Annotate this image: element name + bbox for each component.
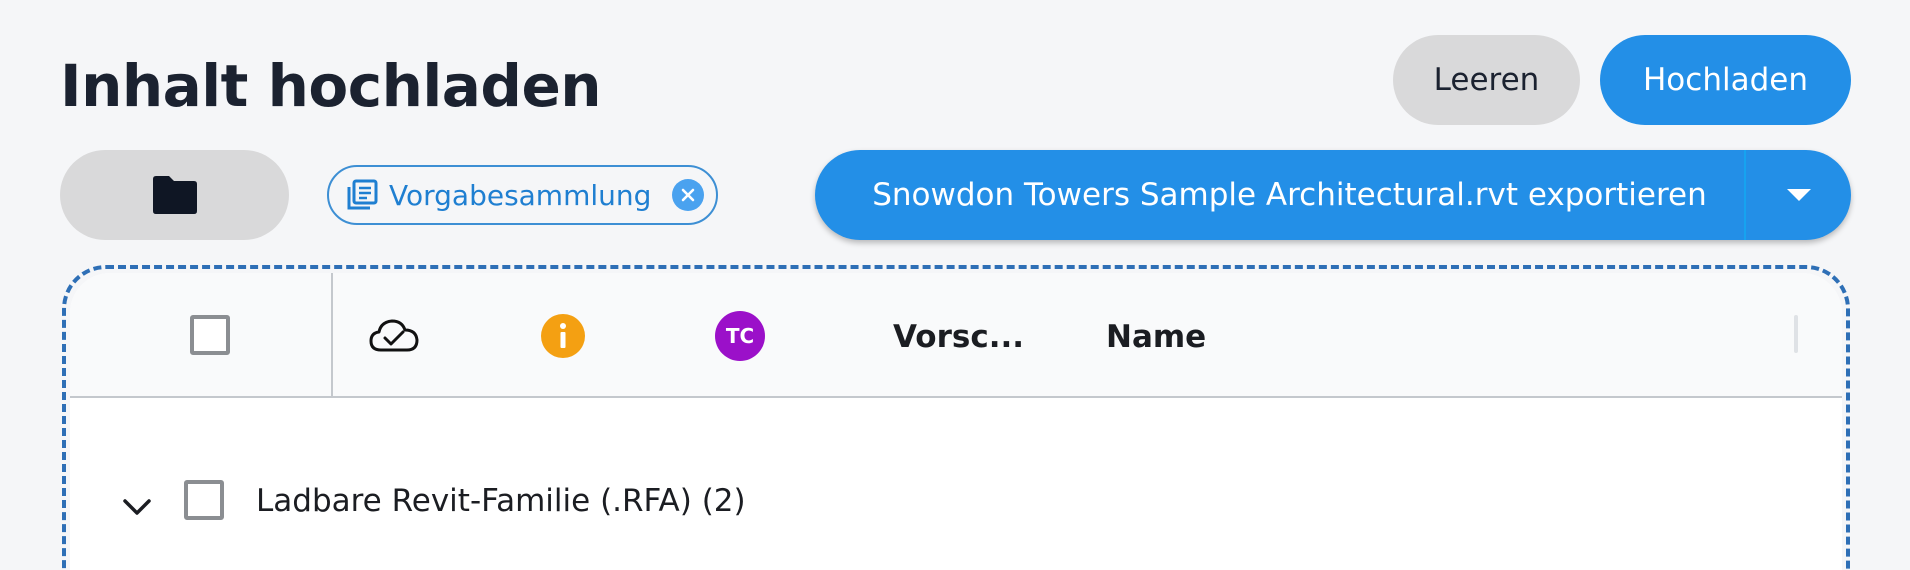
export-split-button: Snowdon Towers Sample Architectural.rvt … [815,150,1851,240]
group-checkbox[interactable] [184,480,224,520]
upload-button[interactable]: Hochladen [1600,35,1851,125]
select-all-checkbox[interactable] [190,315,230,355]
column-separator [331,273,333,398]
select-folder-button[interactable] [60,150,289,240]
table-header: TC Vorsc... Name [70,273,1842,398]
folder-icon [152,176,197,214]
chip-remove-icon[interactable] [672,179,704,211]
chip-label: Vorgabesammlung [389,178,652,212]
collection-chip[interactable]: Vorgabesammlung [327,165,718,225]
column-header-name[interactable]: Name [1106,319,1206,355]
export-button[interactable]: Snowdon Towers Sample Architectural.rvt … [815,150,1744,240]
group-label: Ladbare Revit-Familie (.RFA) (2) [256,483,746,519]
column-header-preview[interactable]: Vorsc... [893,319,1024,355]
cloud-check-icon[interactable] [368,316,420,354]
clear-button[interactable]: Leeren [1393,35,1580,125]
tc-badge[interactable]: TC [715,311,765,361]
info-icon[interactable] [541,314,585,358]
chevron-down-icon[interactable] [122,497,152,517]
upload-table: TC Vorsc... Name Ladbare Revit-Familie (… [70,273,1842,570]
caret-down-icon [1786,189,1811,201]
export-menu-toggle[interactable] [1746,150,1851,240]
column-resize-handle[interactable] [1794,315,1798,353]
upload-dropzone[interactable]: TC Vorsc... Name Ladbare Revit-Familie (… [62,265,1850,570]
library-icon [345,178,379,212]
page-title: Inhalt hochladen [60,52,602,120]
